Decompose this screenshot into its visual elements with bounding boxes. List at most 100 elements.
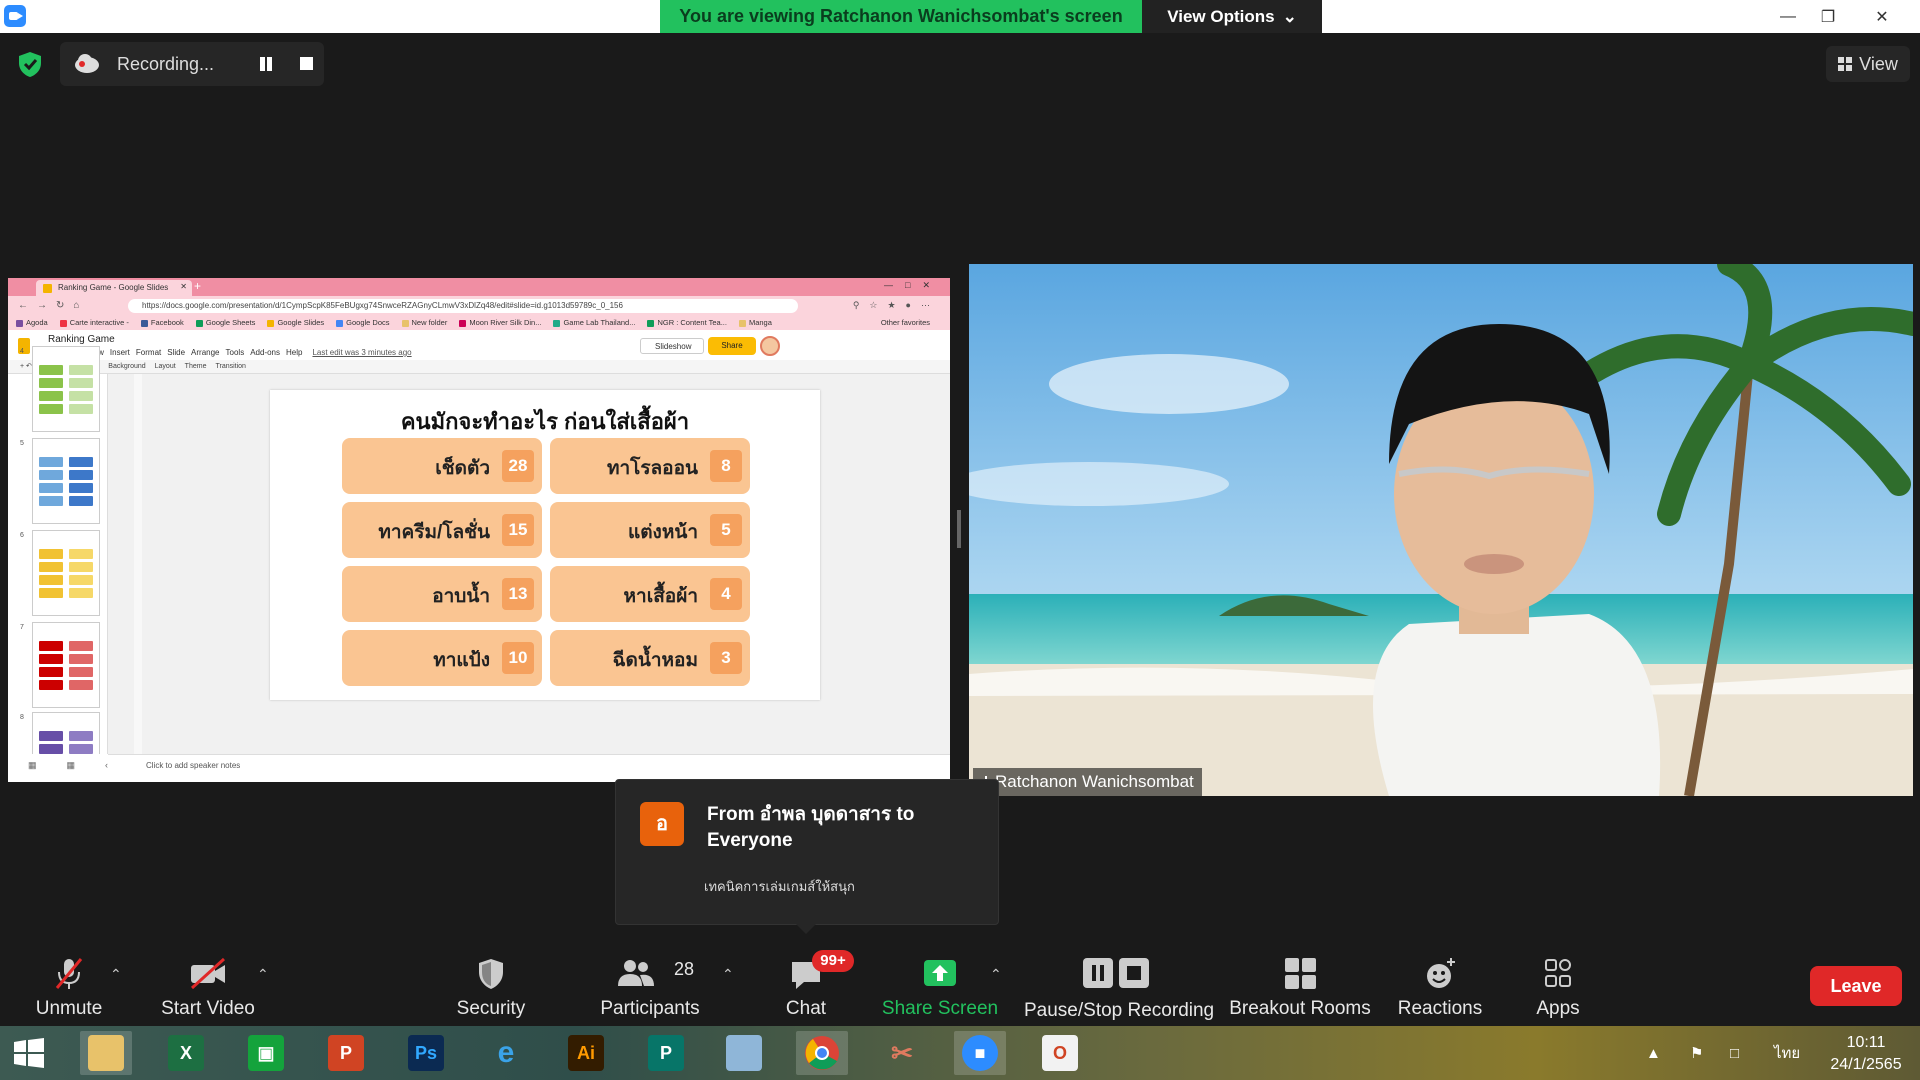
taskbar-zoom[interactable]: ■ xyxy=(954,1031,1006,1075)
taskbar-photoshop[interactable]: Ps xyxy=(400,1031,452,1075)
filmstrip-view-icons[interactable]: ▦▦‹ xyxy=(8,754,108,782)
taskbar-snipping-tool[interactable]: ✂ xyxy=(876,1031,928,1075)
answer-card[interactable]: แต่งหน้า 5 xyxy=(550,502,750,558)
url-field[interactable]: https://docs.google.com/presentation/d/1… xyxy=(128,299,798,313)
office-icon: O xyxy=(1042,1035,1078,1071)
current-slide[interactable]: คนมักจะทำอะไร ก่อนใส่เสื้อผ้า เช็ดตัว 28 ท… xyxy=(270,390,820,700)
slide-thumbnail[interactable] xyxy=(32,438,100,524)
new-tab-icon[interactable]: + xyxy=(194,279,201,293)
minimize-icon[interactable]: — xyxy=(1768,0,1808,33)
menu-item[interactable]: Format xyxy=(136,348,161,357)
browser-tab[interactable]: Ranking Game - Google Slides ✕ xyxy=(36,280,192,296)
answer-card[interactable]: หาเสื้อผ้า 4 xyxy=(550,566,750,622)
bookmark-item[interactable]: Facebook xyxy=(140,318,184,327)
encryption-shield-icon[interactable] xyxy=(16,50,44,78)
toolbar-button[interactable]: Layout xyxy=(155,363,176,370)
bookmark-label: Game Lab Thailand... xyxy=(563,318,636,327)
toolbar-button[interactable]: Background xyxy=(108,363,145,370)
other-favorites[interactable]: Other favorites xyxy=(881,318,930,327)
stop-recording-icon[interactable] xyxy=(300,57,313,70)
start-video-button[interactable]: Start Video xyxy=(158,950,258,1026)
share-button[interactable]: Share xyxy=(708,337,756,355)
close-icon[interactable]: ✕ xyxy=(1862,0,1902,33)
tray-flag-icon[interactable]: ⚑ xyxy=(1690,1026,1703,1080)
reactions-button[interactable]: Reactions xyxy=(1392,950,1488,1026)
share-screen-button[interactable]: Share Screen xyxy=(880,950,1000,1026)
answer-card[interactable]: อาบน้ำ 13 xyxy=(342,566,542,622)
slide-thumbnail[interactable] xyxy=(32,346,100,432)
bookmark-item[interactable]: Manga xyxy=(738,318,772,327)
view-button[interactable]: View xyxy=(1826,46,1910,82)
speaker-notes[interactable]: Click to add speaker notes xyxy=(108,754,950,782)
toolbar-button[interactable]: Transition xyxy=(215,363,245,370)
taskbar-powerpoint[interactable]: P xyxy=(320,1031,372,1075)
menu-item[interactable]: Slide xyxy=(167,348,185,357)
system-clock[interactable]: 10:11 24/1/2565 xyxy=(1818,1032,1914,1076)
shared-screen[interactable]: Ranking Game - Google Slides ✕ + —□✕ ←→↻… xyxy=(8,278,950,782)
answer-card[interactable]: เช็ดตัว 28 xyxy=(342,438,542,494)
thumbnail-block xyxy=(69,404,93,414)
bookmark-item[interactable]: New folder xyxy=(401,318,447,327)
slide-thumbnail[interactable] xyxy=(32,622,100,708)
taskbar-chrome[interactable] xyxy=(796,1031,848,1075)
bookmark-item[interactable]: Game Lab Thailand... xyxy=(553,318,635,327)
reactions-smiley-icon xyxy=(1427,958,1455,988)
taskbar-office[interactable]: O xyxy=(1034,1031,1086,1075)
language-indicator[interactable]: ไทย xyxy=(1774,1026,1800,1080)
taskbar-notepad[interactable] xyxy=(718,1031,770,1075)
thumbnail-block xyxy=(69,457,93,467)
bookmark-item[interactable]: Google Docs xyxy=(336,318,390,327)
browser-toolbar-icons[interactable]: ⚲☆★●⋯ xyxy=(853,300,940,311)
last-edit-link[interactable]: Last edit was 3 minutes ago xyxy=(312,348,411,357)
tray-expand-icon[interactable]: ▲ xyxy=(1646,1026,1661,1080)
bookmark-item[interactable]: Carte interactive - xyxy=(59,318,129,327)
answer-card[interactable]: ทาครีม/โลชั่น 15 xyxy=(342,502,542,558)
view-options-button[interactable]: View Options ⌄ xyxy=(1142,0,1322,33)
menu-item[interactable]: Arrange xyxy=(191,348,219,357)
restore-icon[interactable]: ❐ xyxy=(1808,0,1848,33)
taskbar-illustrator[interactable]: Ai xyxy=(560,1031,612,1075)
pause-stop-recording-button[interactable]: Pause/Stop Recording xyxy=(1024,950,1214,1026)
bookmark-icon xyxy=(647,319,655,327)
participants-caret-icon[interactable]: ⌃ xyxy=(722,966,734,983)
breakout-rooms-button[interactable]: Breakout Rooms xyxy=(1228,950,1372,1026)
toolbar-button[interactable]: Theme xyxy=(185,363,207,370)
bookmark-item[interactable]: NGR : Content Tea... xyxy=(647,318,727,327)
security-button[interactable]: Security xyxy=(446,950,536,1026)
menu-item[interactable]: Add-ons xyxy=(250,348,280,357)
answer-card[interactable]: ทาโรลออน 8 xyxy=(550,438,750,494)
unmute-button[interactable]: Unmute xyxy=(22,950,116,1026)
tray-network-icon[interactable]: □ xyxy=(1730,1026,1739,1080)
answer-card[interactable]: ทาแป้ง 10 xyxy=(342,630,542,686)
splitter-handle[interactable] xyxy=(957,510,961,548)
bookmark-item[interactable]: Agoda xyxy=(16,318,48,327)
taskbar-publisher[interactable]: P xyxy=(640,1031,692,1075)
user-avatar[interactable] xyxy=(760,336,780,356)
menu-item[interactable]: Help xyxy=(286,348,302,357)
pause-recording-icon[interactable] xyxy=(256,54,276,74)
document-name[interactable]: Ranking Game xyxy=(48,334,115,345)
apps-button[interactable]: Apps xyxy=(1516,950,1600,1026)
taskbar-internet-explorer[interactable]: e xyxy=(480,1031,532,1075)
browser-window-controls[interactable]: —□✕ xyxy=(884,280,942,291)
taskbar-excel[interactable]: X xyxy=(160,1031,212,1075)
windows-start-icon[interactable] xyxy=(14,1038,44,1068)
answer-card[interactable]: ฉีดน้ำหอม 3 xyxy=(550,630,750,686)
menu-item[interactable]: Insert xyxy=(110,348,130,357)
taskbar-store[interactable]: ▣ xyxy=(240,1031,292,1075)
menu-item[interactable]: Tools xyxy=(226,348,245,357)
browser-nav-icons[interactable]: ←→↻⌂ xyxy=(18,300,88,311)
thumbnail-block xyxy=(69,378,93,388)
leave-button[interactable]: Leave xyxy=(1810,966,1902,1006)
audio-options-caret-icon[interactable]: ⌃ xyxy=(110,966,122,983)
bookmark-item[interactable]: Google Slides xyxy=(267,318,324,327)
video-options-caret-icon[interactable]: ⌃ xyxy=(257,966,269,983)
slide-thumbnail[interactable] xyxy=(32,530,100,616)
share-options-caret-icon[interactable]: ⌃ xyxy=(990,966,1002,983)
chat-notification[interactable]: อ From อำพล บุดดาสาร to Everyone เทคนิคก… xyxy=(615,779,999,934)
close-tab-icon[interactable]: ✕ xyxy=(180,282,187,291)
bookmark-item[interactable]: Google Sheets xyxy=(195,318,255,327)
slideshow-button[interactable]: Slideshow xyxy=(640,338,704,354)
taskbar-file-explorer[interactable] xyxy=(80,1031,132,1075)
bookmark-item[interactable]: Moon River Silk Din... xyxy=(459,318,541,327)
